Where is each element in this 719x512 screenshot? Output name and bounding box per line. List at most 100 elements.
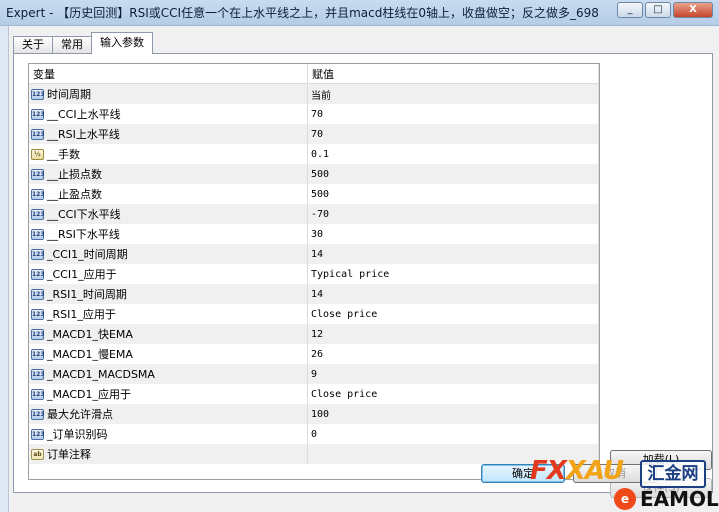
value-cell[interactable]: 100: [308, 404, 599, 424]
table-row[interactable]: 123 _MACD1_MACDSMA 9: [29, 364, 599, 384]
value-cell[interactable]: 30: [308, 224, 599, 244]
table-row[interactable]: ½ __手数 0.1: [29, 144, 599, 164]
table-row[interactable]: 123 __止损点数 500: [29, 164, 599, 184]
watermark-eamol: EAMOL: [640, 487, 719, 511]
value-cell[interactable]: Typical price: [308, 264, 599, 284]
tab-common[interactable]: 常用: [52, 36, 92, 54]
double-type-icon: ½: [31, 148, 44, 160]
table-row[interactable]: 123 _订单识别码 0: [29, 424, 599, 444]
variable-cell[interactable]: 123 __CCI上水平线: [29, 104, 308, 124]
variable-cell[interactable]: 123 __止盈点数: [29, 184, 308, 204]
tab-about[interactable]: 关于: [13, 36, 53, 54]
variable-cell[interactable]: 123 _RSI1_应用于: [29, 304, 308, 324]
grid-body: 123 时间周期 当前 123 __CCI上水平线 70 123 __RSI上水平线 70 ½ __…: [29, 84, 599, 464]
variable-cell[interactable]: 123 时间周期: [29, 84, 308, 104]
variable-label: _订单识别码: [47, 428, 108, 441]
variable-cell[interactable]: ½ __手数: [29, 144, 308, 164]
variable-label: __CCI上水平线: [47, 108, 121, 121]
variable-label: _RSI1_时间周期: [47, 288, 127, 301]
inputs-panel: 变量 赋值 123 时间周期 当前 123 __CCI上水平线 70 123 __RSI上水平…: [13, 53, 713, 498]
watermark-fx-text: FX: [530, 456, 567, 486]
variable-label: _MACD1_快EMA: [47, 328, 133, 341]
value-cell[interactable]: Close price: [308, 304, 599, 324]
int-type-icon: 123: [31, 348, 45, 360]
int-type-icon: 123: [31, 248, 45, 260]
variable-cell[interactable]: 123 _MACD1_快EMA: [29, 324, 308, 344]
int-type-icon: 123: [31, 328, 45, 340]
value-cell[interactable]: -70: [308, 204, 599, 224]
variable-cell[interactable]: ab 订单注释: [29, 444, 308, 464]
column-header-value[interactable]: 赋值: [308, 64, 599, 84]
int-type-icon: 123: [31, 368, 45, 380]
value-cell[interactable]: 500: [308, 184, 599, 204]
int-type-icon: 123: [31, 188, 45, 200]
variable-cell[interactable]: 123 __CCI下水平线: [29, 204, 308, 224]
table-row[interactable]: 123 __CCI下水平线 -70: [29, 204, 599, 224]
value-cell[interactable]: 500: [308, 164, 599, 184]
value-cell[interactable]: 0.1: [308, 144, 599, 164]
table-row[interactable]: 123 __RSI下水平线 30: [29, 224, 599, 244]
value-cell[interactable]: 14: [308, 244, 599, 264]
tab-inputs[interactable]: 输入参数: [91, 32, 153, 54]
table-row[interactable]: 123 _MACD1_应用于 Close price: [29, 384, 599, 404]
close-button[interactable]: X: [673, 2, 713, 18]
variable-label: 订单注释: [47, 448, 91, 461]
variable-cell[interactable]: 123 _MACD1_慢EMA: [29, 344, 308, 364]
table-row[interactable]: ab 订单注释: [29, 444, 599, 464]
window-controls: _ □ X: [617, 2, 713, 18]
value-cell[interactable]: 14: [308, 284, 599, 304]
window-title: Expert - 【历史回测】RSI或CCI任意一个在上水平线之上，并且macd…: [6, 6, 599, 20]
variable-cell[interactable]: 123 _CCI1_应用于: [29, 264, 308, 284]
minimize-button[interactable]: _: [617, 2, 643, 18]
variable-label: _MACD1_慢EMA: [47, 348, 133, 361]
variable-cell[interactable]: 123 __止损点数: [29, 164, 308, 184]
int-type-icon: 123: [31, 308, 45, 320]
watermark-xau-text: XAU: [565, 456, 624, 486]
site-watermark: FXXAU 汇金网 e EAMOL: [528, 454, 719, 512]
table-row[interactable]: 123 _RSI1_时间周期 14: [29, 284, 599, 304]
table-row[interactable]: 123 _MACD1_慢EMA 26: [29, 344, 599, 364]
variable-label: _MACD1_应用于: [47, 388, 131, 401]
watermark-cn: 汇金网: [640, 460, 706, 488]
int-type-icon: 123: [31, 128, 45, 140]
table-row[interactable]: 123 __RSI上水平线 70: [29, 124, 599, 144]
variable-cell[interactable]: 123 最大允许滑点: [29, 404, 308, 424]
table-row[interactable]: 123 _CCI1_应用于 Typical price: [29, 264, 599, 284]
variable-label: _RSI1_应用于: [47, 308, 116, 321]
int-type-icon: 123: [31, 168, 45, 180]
variable-label: __手数: [47, 148, 80, 161]
table-row[interactable]: 123 _MACD1_快EMA 12: [29, 324, 599, 344]
tab-strip: 关于 常用 输入参数: [13, 32, 153, 54]
value-cell[interactable]: 12: [308, 324, 599, 344]
variable-cell[interactable]: 123 _MACD1_应用于: [29, 384, 308, 404]
variable-cell[interactable]: 123 _订单识别码: [29, 424, 308, 444]
maximize-button[interactable]: □: [645, 2, 671, 18]
value-cell[interactable]: 70: [308, 124, 599, 144]
table-row[interactable]: 123 _CCI1_时间周期 14: [29, 244, 599, 264]
variable-cell[interactable]: 123 _MACD1_MACDSMA: [29, 364, 308, 384]
int-type-icon: 123: [31, 228, 45, 240]
variable-cell[interactable]: 123 __RSI上水平线: [29, 124, 308, 144]
int-type-icon: 123: [31, 408, 45, 420]
table-row[interactable]: 123 最大允许滑点 100: [29, 404, 599, 424]
variable-cell[interactable]: 123 _CCI1_时间周期: [29, 244, 308, 264]
int-type-icon: 123: [31, 88, 45, 100]
value-cell[interactable]: 0: [308, 424, 599, 444]
value-cell[interactable]: Close price: [308, 384, 599, 404]
value-cell[interactable]: 70: [308, 104, 599, 124]
variable-label: _CCI1_时间周期: [47, 248, 128, 261]
expert-dialog: 关于 常用 输入参数 变量 赋值 123 时间周期 当前 123 __CCI上水平线 70…: [8, 26, 719, 512]
value-cell[interactable]: 9: [308, 364, 599, 384]
variable-cell[interactable]: 123 __RSI下水平线: [29, 224, 308, 244]
table-row[interactable]: 123 __CCI上水平线 70: [29, 104, 599, 124]
variable-label: __止盈点数: [47, 188, 102, 201]
table-row[interactable]: 123 __止盈点数 500: [29, 184, 599, 204]
table-row[interactable]: 123 时间周期 当前: [29, 84, 599, 104]
table-row[interactable]: 123 _RSI1_应用于 Close price: [29, 304, 599, 324]
variable-cell[interactable]: 123 _RSI1_时间周期: [29, 284, 308, 304]
parameters-grid: 变量 赋值 123 时间周期 当前 123 __CCI上水平线 70 123 __RSI上水平…: [28, 63, 600, 480]
column-header-variable[interactable]: 变量: [29, 64, 308, 84]
value-cell[interactable]: 当前: [308, 84, 599, 104]
value-cell[interactable]: 26: [308, 344, 599, 364]
int-type-icon: 123: [31, 428, 45, 440]
